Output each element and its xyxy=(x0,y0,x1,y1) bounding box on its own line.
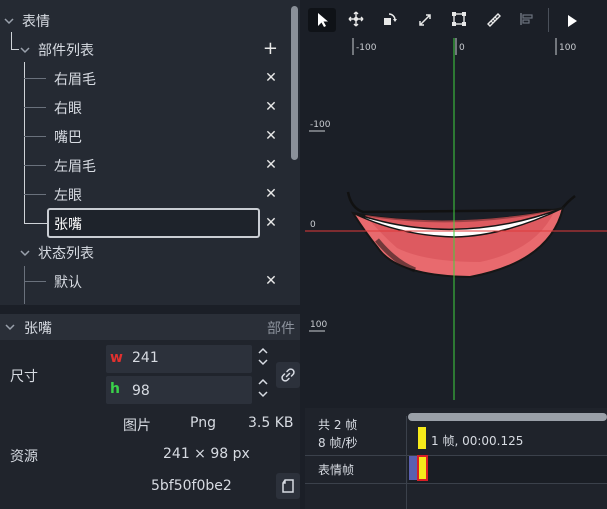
frame-count: 共 2 帧 xyxy=(318,418,358,432)
copy-hash-button[interactable] xyxy=(276,473,300,499)
stage-canvas[interactable]: -100 0 100 -100 0 100 xyxy=(305,0,607,400)
keyframe-2-selected[interactable] xyxy=(417,455,428,481)
height-key: h xyxy=(110,381,120,397)
height-value[interactable]: 98 xyxy=(132,383,150,399)
image-dimensions: 241 × 98 px xyxy=(163,446,250,462)
properties-type: 部件 xyxy=(267,321,295,337)
image-file-size: 3.5 KB xyxy=(248,415,294,431)
tree-item-part[interactable]: 右眼 ✕ xyxy=(0,93,290,122)
width-key: w xyxy=(110,350,123,366)
mouth-sprite[interactable] xyxy=(346,191,576,279)
resource-label: 资源 xyxy=(10,449,38,465)
tree-root-row[interactable]: 表情 xyxy=(0,6,290,35)
frame-cursor[interactable] xyxy=(418,427,426,449)
tree-item-part-selected[interactable]: 张嘴 ✕ xyxy=(0,209,290,238)
size-label: 尺寸 xyxy=(10,369,38,385)
current-frame-time: 1 帧, 00:00.125 xyxy=(431,434,524,448)
tree-parts-group-row[interactable]: 部件列表 + xyxy=(0,35,290,64)
chevron-down-icon[interactable] xyxy=(4,16,14,26)
width-field[interactable] xyxy=(106,345,252,373)
width-value[interactable]: 241 xyxy=(132,350,159,366)
ruler-x-label: 100 xyxy=(559,43,577,53)
tree-scrollbar[interactable] xyxy=(291,6,298,160)
image-format: Png xyxy=(190,415,216,431)
link-aspect-button[interactable] xyxy=(276,362,300,388)
ruler-y-label: 0 xyxy=(310,220,316,230)
timeline-divider xyxy=(406,416,407,509)
remove-part-button[interactable]: ✕ xyxy=(264,216,278,230)
expression-editor: 表情 部件列表 + 右眉毛 ✕ 右眼 ✕ 嘴巴 ✕ 左眉毛 ✕ 左眼 ✕ 张嘴 … xyxy=(0,0,607,509)
chevron-down-icon[interactable] xyxy=(20,248,30,258)
properties-title: 张嘴 xyxy=(24,321,52,337)
height-stepper-down[interactable] xyxy=(258,390,268,401)
tree-item-label: 默认 xyxy=(54,274,82,291)
remove-part-button[interactable]: ✕ xyxy=(264,158,278,172)
properties-header[interactable]: 张嘴 部件 xyxy=(0,314,300,340)
outline-tree: 表情 部件列表 + 右眉毛 ✕ 右眼 ✕ 嘴巴 ✕ 左眉毛 ✕ 左眼 ✕ 张嘴 … xyxy=(0,0,300,305)
add-part-button[interactable]: + xyxy=(263,40,278,58)
remove-part-button[interactable]: ✕ xyxy=(264,71,278,85)
tree-item-part[interactable]: 左眉毛 ✕ xyxy=(0,151,290,180)
copy-icon xyxy=(281,478,295,498)
resource-hash: 5bf50f0be2 xyxy=(151,478,232,494)
tree-root-label: 表情 xyxy=(22,13,50,30)
remove-part-button[interactable]: ✕ xyxy=(264,129,278,143)
tree-parts-group-label: 部件列表 xyxy=(38,42,94,59)
tree-item-part[interactable]: 左眼 ✕ xyxy=(0,180,290,209)
ruler-y-label: 100 xyxy=(310,320,328,330)
chevron-down-icon[interactable] xyxy=(5,322,15,332)
ruler-x-label: -100 xyxy=(356,43,377,53)
tree-item-label: 右眼 xyxy=(54,100,82,117)
tree-states-group-label: 状态列表 xyxy=(38,245,94,262)
properties-panel: 张嘴 部件 xyxy=(0,314,300,509)
tree-item-label: 左眉毛 xyxy=(54,158,96,175)
tree-item-label: 张嘴 xyxy=(54,216,82,233)
remove-part-button[interactable]: ✕ xyxy=(264,100,278,114)
tree-item-part[interactable]: 右眉毛 ✕ xyxy=(0,64,290,93)
remove-part-button[interactable]: ✕ xyxy=(264,187,278,201)
timeline-panel: 共 2 帧 8 帧/秒 1 帧, 00:00.125 表情帧 xyxy=(305,408,607,509)
link-icon xyxy=(280,367,296,387)
image-label: 图片 xyxy=(123,418,151,434)
chevron-down-icon[interactable] xyxy=(20,45,30,55)
tree-item-part[interactable]: 嘴巴 ✕ xyxy=(0,122,290,151)
ruler-x-label: 0 xyxy=(459,43,465,53)
track-lane[interactable] xyxy=(408,456,607,483)
track-label: 表情帧 xyxy=(318,463,355,477)
width-stepper-down[interactable] xyxy=(258,358,268,369)
frame-rate[interactable]: 8 帧/秒 xyxy=(318,434,358,451)
ruler-y-label: -100 xyxy=(310,120,331,130)
tree-states-group-row[interactable]: 状态列表 xyxy=(0,238,290,267)
keyframe-1[interactable] xyxy=(409,456,417,480)
tree-item-state[interactable]: 默认 ✕ xyxy=(0,267,290,296)
height-stepper-up[interactable] xyxy=(258,378,268,389)
tree-item-label: 嘴巴 xyxy=(54,129,82,146)
width-stepper-up[interactable] xyxy=(258,347,268,358)
height-field[interactable] xyxy=(106,376,252,404)
tree-item-label: 左眼 xyxy=(54,187,82,204)
stage-svg xyxy=(305,38,607,400)
timeline-divider xyxy=(305,483,607,484)
timeline-scrollbar[interactable] xyxy=(408,413,607,421)
tree-item-label: 右眉毛 xyxy=(54,71,96,88)
remove-state-button[interactable]: ✕ xyxy=(264,274,278,288)
